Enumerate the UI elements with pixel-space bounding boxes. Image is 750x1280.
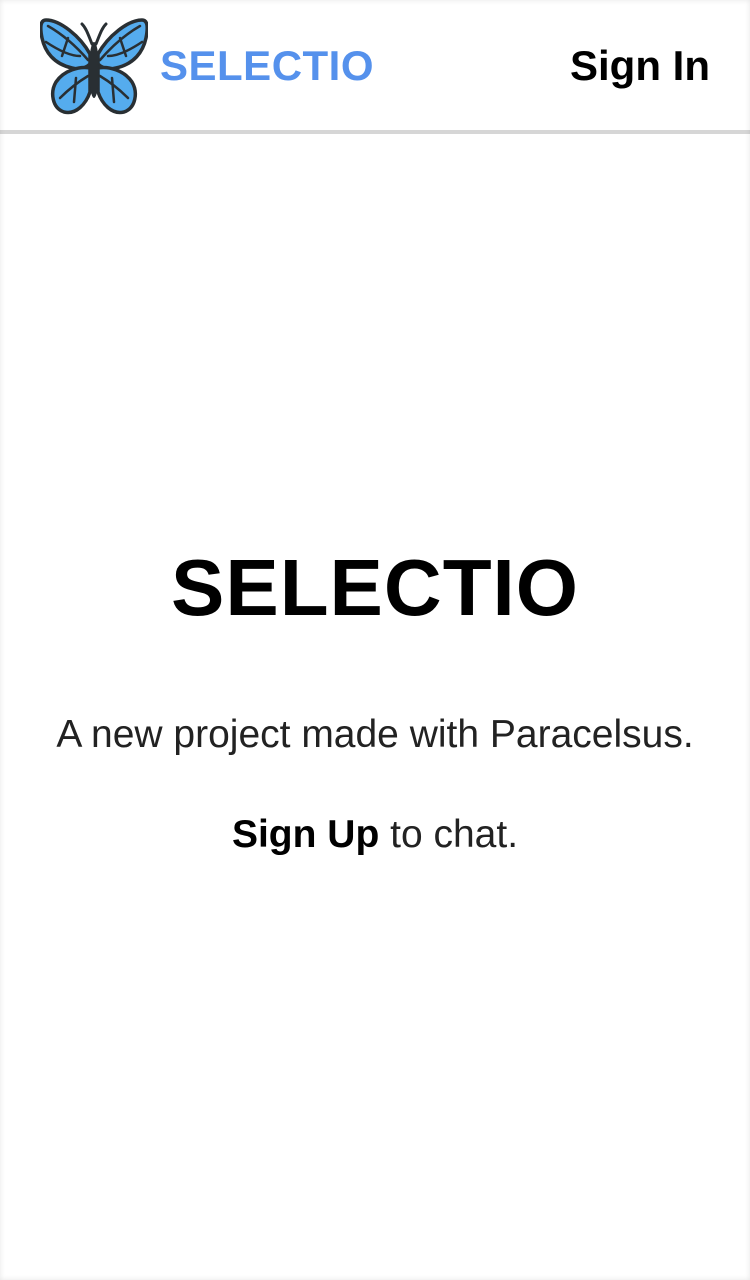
hero-section: SELECTIO A new project made with Paracel… <box>0 540 750 860</box>
signup-prompt-suffix: to chat. <box>379 813 519 856</box>
top-navbar: SELECTIO Sign In <box>0 0 750 134</box>
signup-prompt: Sign Up to chat. <box>0 810 750 860</box>
sign-up-link[interactable]: Sign Up <box>232 813 379 856</box>
butterfly-icon <box>40 18 148 115</box>
brand-name[interactable]: SELECTIO <box>160 42 374 90</box>
brand-home-link[interactable]: SELECTIO <box>40 16 374 116</box>
page-title: SELECTIO <box>170 543 580 632</box>
sign-in-link[interactable]: Sign In <box>570 38 710 94</box>
hero-subtitle: A new project made with Paracelsus. <box>56 713 694 756</box>
